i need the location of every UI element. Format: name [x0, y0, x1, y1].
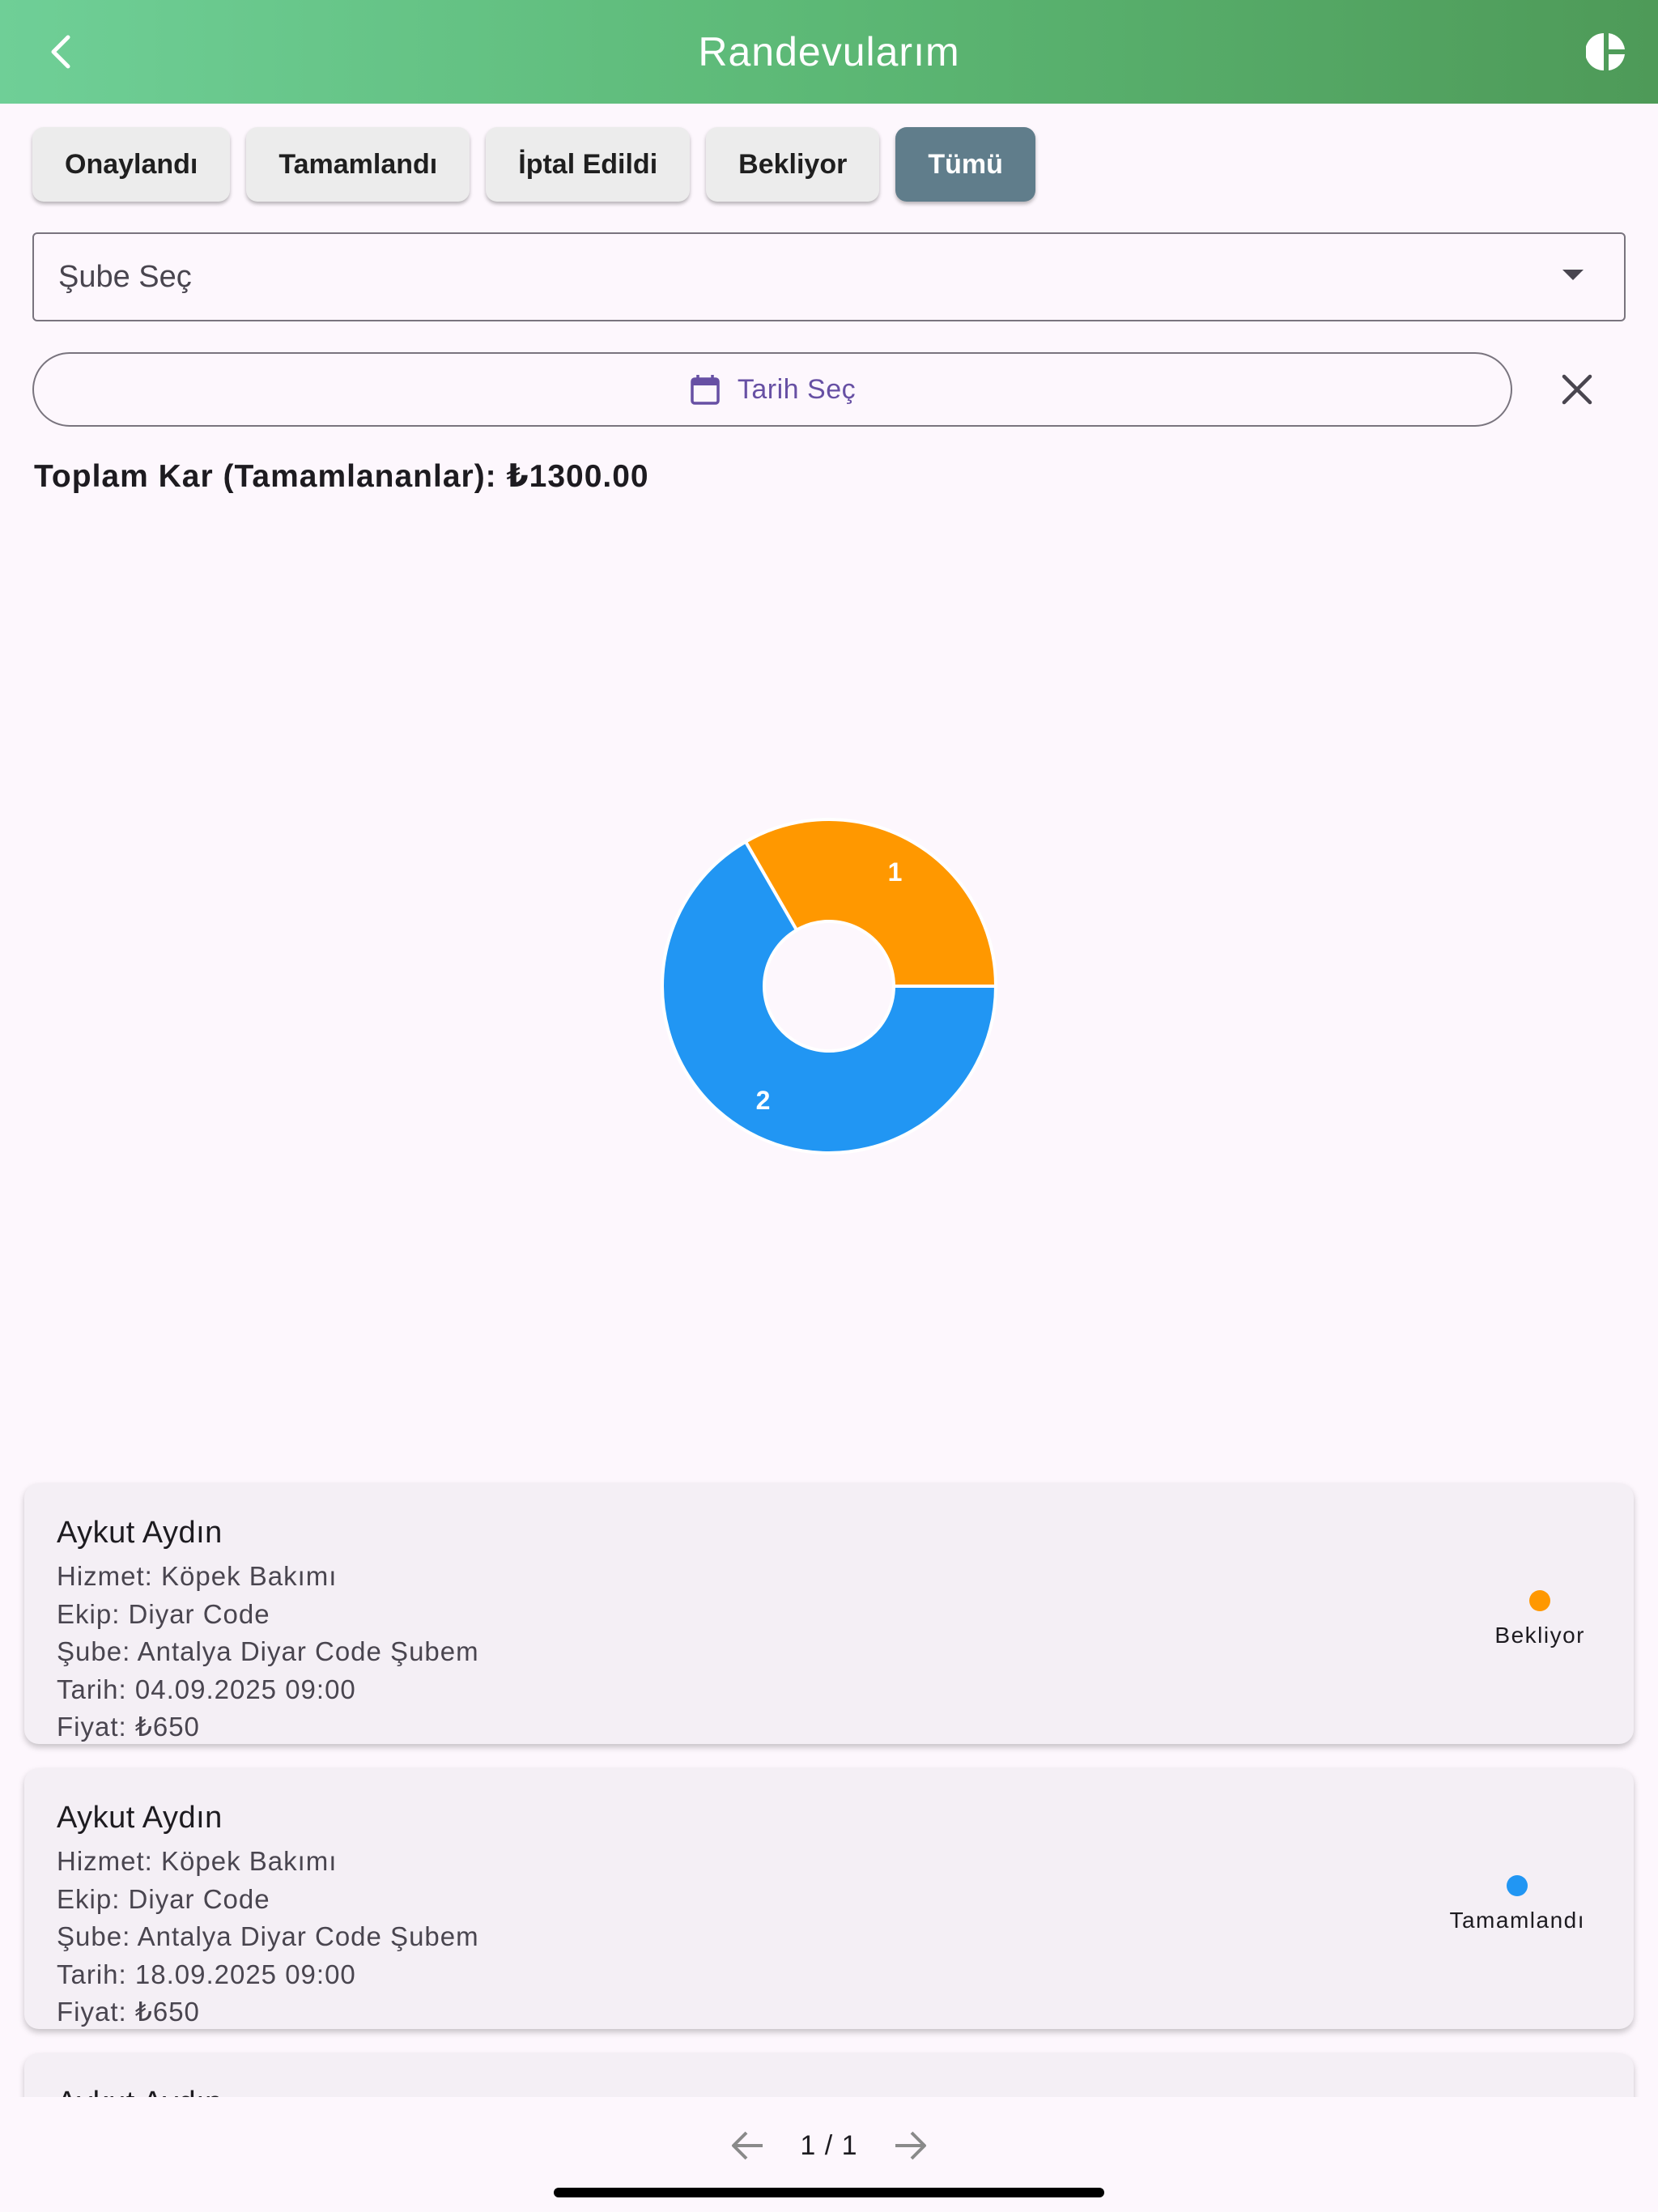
price-text: Fiyat: ₺650 [57, 1997, 200, 2027]
filter-tumu-button[interactable]: Tümü [895, 127, 1035, 202]
appointment-card[interactable]: Aykut Aydın Hizmet: Köpek Bakımı Ekip: D… [24, 1483, 1634, 1744]
team-text: Ekip: Diyar Code [57, 1883, 270, 1914]
next-page-button[interactable] [887, 2123, 933, 2168]
pie-slice-1 [743, 818, 998, 988]
customer-name: Aykut Aydın [57, 2086, 223, 2097]
status-donut-chart: 12 [627, 800, 1031, 1164]
status-dot-icon [1507, 1875, 1528, 1896]
back-button[interactable] [37, 28, 86, 76]
pie-slice-label: 1 [888, 857, 903, 887]
filter-iptal-edildi-button[interactable]: İptal Edildi [486, 127, 691, 202]
branch-text: Şube: Antalya Diyar Code Şubem [57, 1921, 479, 1951]
service-text: Hizmet: Köpek Bakımı [57, 1561, 338, 1591]
service-text: Hizmet: Köpek Bakımı [57, 1846, 338, 1876]
status-label: Tamamlandı [1449, 1908, 1585, 1933]
close-icon [1562, 374, 1592, 405]
calendar-icon [691, 375, 720, 405]
home-indicator [554, 2188, 1104, 2197]
arrow-left-icon [732, 2131, 763, 2160]
dropdown-arrow-icon [1562, 270, 1584, 280]
app-bar: Randevularım [0, 0, 1658, 104]
date-picker-button[interactable]: Tarih Seç [32, 352, 1512, 427]
chart-toggle-button[interactable] [1582, 28, 1630, 76]
price-text: Fiyat: ₺650 [57, 1712, 200, 1742]
arrow-right-icon [895, 2131, 926, 2160]
branch-select[interactable]: Şube Seç [32, 232, 1626, 321]
filter-tamamlandi-button[interactable]: Tamamlandı [246, 127, 470, 202]
status-label: Bekliyor [1494, 1623, 1585, 1648]
customer-name: Aykut Aydın [57, 1801, 223, 1835]
status-indicator: Bekliyor [1494, 1590, 1585, 1648]
date-text: Tarih: 18.09.2025 09:00 [57, 1959, 356, 1989]
date-picker-label: Tarih Seç [737, 373, 857, 405]
appointment-card[interactable]: Aykut Aydın [24, 2053, 1634, 2097]
status-dot-icon [1529, 1590, 1551, 1611]
back-chevron-icon [51, 35, 70, 69]
appointment-card[interactable]: Aykut Aydın Hizmet: Köpek Bakımı Ekip: D… [24, 1768, 1634, 2029]
status-indicator: Tamamlandı [1449, 1875, 1585, 1933]
customer-name: Aykut Aydın [57, 1516, 223, 1550]
branch-text: Şube: Antalya Diyar Code Şubem [57, 1636, 479, 1666]
page-title: Randevularım [698, 29, 960, 74]
branch-select-value: Şube Seç [58, 259, 192, 294]
appointment-list[interactable]: Aykut Aydın Hizmet: Köpek Bakımı Ekip: D… [0, 1474, 1658, 2097]
page-indicator: 1 / 1 [800, 2129, 858, 2161]
status-filter-bar: Onaylandı Tamamlandı İptal Edildi Bekliy… [32, 127, 1035, 202]
pie-slice-label: 2 [756, 1086, 771, 1115]
date-text: Tarih: 04.09.2025 09:00 [57, 1674, 356, 1704]
pie-chart-icon [1586, 33, 1625, 70]
filter-bekliyor-button[interactable]: Bekliyor [706, 127, 880, 202]
total-profit: Toplam Kar (Tamamlananlar): ₺1300.00 [34, 459, 649, 494]
prev-page-button[interactable] [725, 2123, 771, 2168]
clear-date-button[interactable] [1554, 367, 1600, 412]
pagination: 1 / 1 [0, 2121, 1658, 2170]
filter-onaylandi-button[interactable]: Onaylandı [32, 127, 231, 202]
team-text: Ekip: Diyar Code [57, 1598, 270, 1629]
